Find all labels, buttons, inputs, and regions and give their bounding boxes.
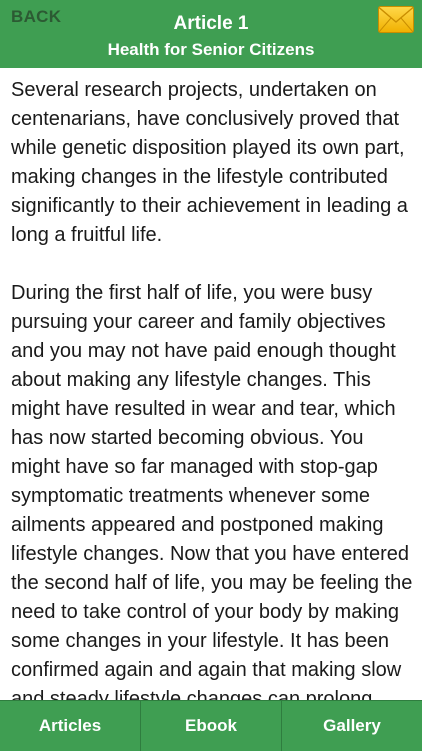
- article-paragraph: Several research projects, undertaken on…: [11, 79, 408, 246]
- article-content[interactable]: Several research projects, undertaken on…: [0, 68, 422, 700]
- page-title: Article 1: [173, 13, 249, 34]
- page-subtitle: Health for Senior Citizens: [107, 40, 315, 59]
- article-paragraph: During the first half of life, you were …: [11, 282, 413, 700]
- bottom-tab-bar: Articles Ebook Gallery: [0, 700, 422, 751]
- header-bar: BACK Article 1 Health for Senior Citizen…: [0, 0, 422, 68]
- article-body: Several research projects, undertaken on…: [11, 76, 415, 700]
- tab-gallery[interactable]: Gallery: [281, 701, 422, 751]
- envelope-icon: [378, 6, 414, 33]
- tab-articles[interactable]: Articles: [0, 701, 140, 751]
- tab-ebook[interactable]: Ebook: [140, 701, 281, 751]
- mail-button[interactable]: [378, 6, 414, 33]
